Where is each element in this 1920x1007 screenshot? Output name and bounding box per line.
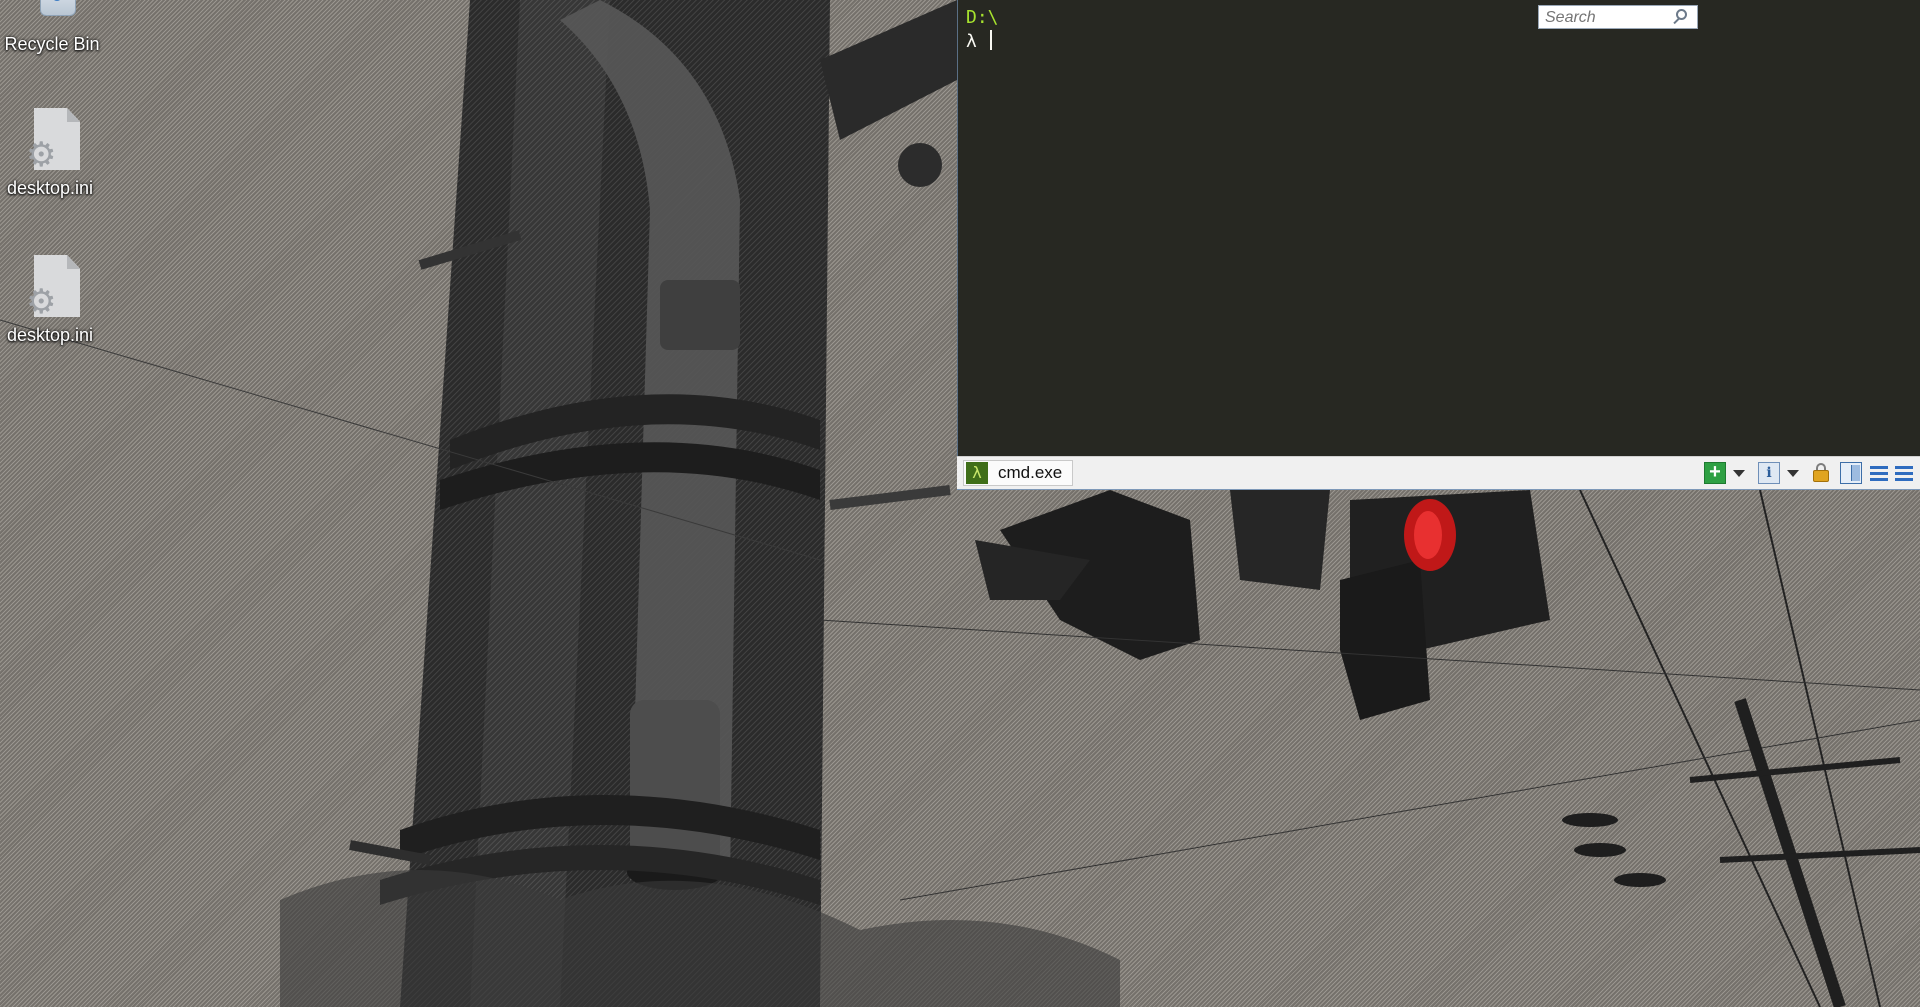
desktop-icon-label: desktop.ini	[6, 325, 94, 345]
settings-file-icon: ⚙	[20, 251, 80, 323]
tab-label: cmd.exe	[998, 463, 1063, 482]
lambda-icon: λ	[966, 462, 988, 484]
settings-file-icon: ⚙	[20, 104, 80, 176]
dropdown-arrow-icon[interactable]	[1733, 470, 1745, 477]
current-directory: D:\	[966, 7, 999, 28]
lock-icon[interactable]	[1810, 462, 1832, 484]
menu-icon[interactable]	[1868, 462, 1890, 484]
tab-cmd-exe[interactable]: λ cmd.exe	[963, 460, 1074, 486]
search-icon[interactable]	[1676, 9, 1687, 20]
dropdown-arrow-icon[interactable]	[1787, 470, 1799, 477]
desktop-icon-desktop-ini-2[interactable]: ⚙ desktop.ini	[0, 251, 100, 346]
info-icon[interactable]: i	[1758, 462, 1780, 484]
add-console-icon[interactable]: +	[1704, 462, 1726, 484]
desktop-icon-label: desktop.ini	[6, 178, 94, 198]
command-prompt[interactable]: λ	[966, 30, 999, 54]
recycle-bin-icon	[22, 0, 82, 32]
prompt-symbol: λ	[966, 31, 988, 52]
terminal-output[interactable]: D:\ λ	[966, 6, 999, 54]
desktop: Recycle Bin ⚙ desktop.ini ⚙ desktop.ini …	[0, 0, 1920, 1007]
search-input[interactable]	[1538, 5, 1698, 29]
text-cursor	[989, 30, 992, 50]
terminal-window[interactable]: D:\ λ	[957, 0, 1920, 490]
desktop-icon-label: Recycle Bin	[4, 34, 100, 54]
desktop-icon-desktop-ini[interactable]: ⚙ desktop.ini	[0, 104, 100, 199]
split-view-icon[interactable]	[1840, 462, 1862, 484]
desktop-icon-recycle-bin[interactable]: Recycle Bin	[2, 0, 102, 55]
menu-icon[interactable]	[1893, 462, 1915, 484]
